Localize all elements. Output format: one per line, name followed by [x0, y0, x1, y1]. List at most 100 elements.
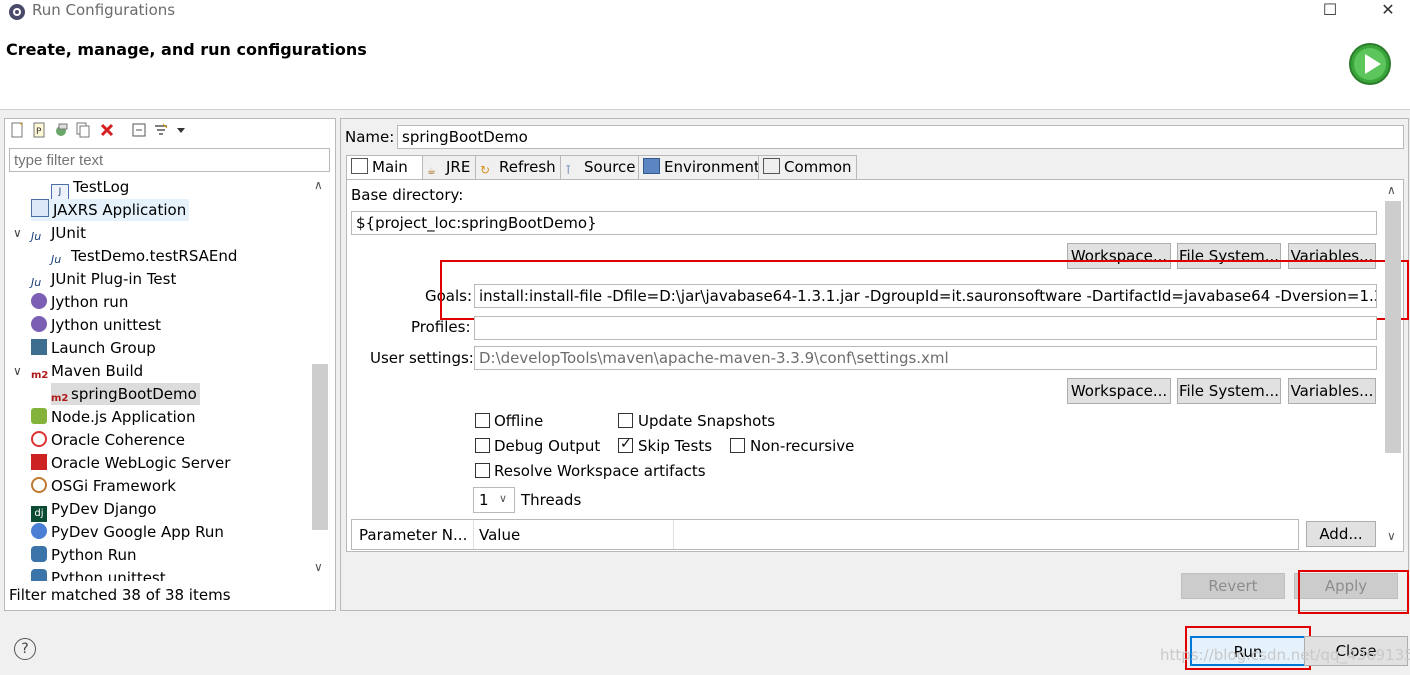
- file-system-button-2[interactable]: File System...: [1177, 378, 1281, 404]
- non-recursive-label: Non-recursive: [750, 437, 855, 455]
- tab-source[interactable]: ⊺ Source: [560, 155, 642, 180]
- collapse-all-icon[interactable]: [131, 122, 147, 138]
- base-directory-field[interactable]: ${project_loc:springBootDemo}: [351, 211, 1377, 235]
- tree-item-nodejs[interactable]: Node.js Application: [31, 406, 198, 428]
- revert-button[interactable]: Revert: [1181, 573, 1285, 599]
- source-icon: ⊺: [565, 163, 572, 177]
- tab-main[interactable]: Main: [346, 155, 425, 181]
- tree-scrollbar[interactable]: ∧ ∨: [311, 176, 329, 581]
- scroll-up-icon[interactable]: ∧: [314, 178, 323, 192]
- config-tabs: Main ☕ JRE ↻ Refresh ⊺ Source Environment C…: [346, 155, 1404, 181]
- tab-refresh[interactable]: ↻ Refresh: [475, 155, 564, 180]
- debug-output-checkbox[interactable]: [475, 438, 490, 453]
- header-title: Create, manage, and run configurations: [6, 40, 367, 59]
- tree-item-jaxrs[interactable]: JAXRS Application: [31, 199, 190, 221]
- tab-jre[interactable]: ☕ JRE: [422, 155, 478, 180]
- profiles-field[interactable]: [474, 316, 1377, 340]
- name-field[interactable]: springBootDemo: [397, 125, 1404, 149]
- tree-item-junit-plugin[interactable]: Ju JUnit Plug-in Test: [31, 268, 179, 290]
- threads-select[interactable]: 1 ∨: [473, 487, 515, 513]
- refresh-icon: ↻: [480, 163, 491, 177]
- chevron-down-icon[interactable]: ∨: [13, 364, 22, 378]
- run-configurations-icon: [9, 4, 25, 20]
- osgi-icon: [31, 477, 47, 493]
- filter-icon[interactable]: [153, 122, 169, 138]
- column-divider: [673, 520, 674, 549]
- tree-item-testlog[interactable]: J TestLog: [51, 176, 132, 202]
- nodejs-icon: [31, 408, 47, 424]
- chevron-down-icon[interactable]: ∨: [13, 226, 22, 240]
- tab-common[interactable]: Common: [758, 155, 857, 180]
- run-icon: [1349, 43, 1391, 85]
- tree-item-pydev-django[interactable]: dj PyDev Django: [31, 498, 159, 522]
- tree-item-junit[interactable]: Ju JUnit: [31, 222, 89, 244]
- update-snapshots-checkbox[interactable]: [618, 413, 633, 428]
- scrollbar-thumb[interactable]: [1385, 201, 1401, 453]
- new-configuration-icon[interactable]: [9, 122, 25, 138]
- help-icon[interactable]: ?: [14, 638, 36, 660]
- value-header[interactable]: Value: [479, 526, 520, 544]
- tree-item-jython-run[interactable]: Jython run: [31, 291, 131, 313]
- non-recursive-checkbox[interactable]: [730, 438, 745, 453]
- oracle-coherence-icon: [31, 431, 47, 447]
- junit-icon: Ju: [51, 253, 62, 266]
- scrollbar-thumb[interactable]: [312, 364, 328, 530]
- profiles-label: Profiles:: [411, 318, 471, 336]
- base-directory-label: Base directory:: [351, 186, 464, 204]
- threads-label: Threads: [521, 491, 582, 509]
- filter-status: Filter matched 38 of 38 items: [9, 586, 231, 604]
- column-divider: [473, 520, 474, 549]
- apply-highlight: [1298, 570, 1409, 614]
- tab-environment[interactable]: Environment: [638, 155, 762, 180]
- goals-highlight: [440, 260, 1409, 320]
- weblogic-icon: [31, 454, 47, 470]
- scroll-up-icon[interactable]: ∧: [1387, 183, 1396, 197]
- svg-text:P: P: [36, 127, 42, 137]
- tree-item-springbootdemo[interactable]: m2 springBootDemo: [51, 383, 200, 405]
- tree-item-oracle-coherence[interactable]: Oracle Coherence: [31, 429, 188, 451]
- tree-item-jython-unittest[interactable]: Jython unittest: [31, 314, 164, 336]
- threads-value: 1: [479, 491, 489, 509]
- tree-item-google-app-run[interactable]: PyDev Google App Run: [31, 521, 227, 543]
- scroll-down-icon[interactable]: ∨: [314, 560, 323, 574]
- workspace-button-2[interactable]: Workspace...: [1067, 378, 1171, 404]
- python-unittest-icon: [31, 569, 47, 581]
- content-scrollbar[interactable]: ∧ ∨: [1384, 181, 1402, 549]
- left-toolbar: P: [5, 120, 335, 142]
- close-window-button[interactable]: ✕: [1366, 0, 1410, 22]
- chevron-down-icon: ∨: [499, 492, 508, 505]
- title-bar: Run Configurations ☐ ✕: [0, 0, 1410, 26]
- new-prototype-icon[interactable]: P: [31, 122, 47, 138]
- resolve-workspace-checkbox[interactable]: [475, 463, 490, 478]
- django-icon: dj: [31, 506, 47, 522]
- add-parameter-button[interactable]: Add...: [1306, 521, 1376, 547]
- tree-item-launch-group[interactable]: Launch Group: [31, 337, 159, 359]
- parameter-name-header[interactable]: Parameter N...: [359, 526, 467, 544]
- chevron-down-icon[interactable]: [175, 122, 187, 138]
- tree-item-osgi[interactable]: OSGi Framework: [31, 475, 179, 497]
- duplicate-icon[interactable]: [75, 122, 91, 138]
- tree-item-python-run[interactable]: Python Run: [31, 544, 140, 566]
- parameter-table[interactable]: Parameter N... Value: [351, 519, 1299, 550]
- tree-item-python-unittest[interactable]: Python unittest: [31, 567, 169, 581]
- debug-output-label: Debug Output: [494, 437, 601, 455]
- export-icon[interactable]: [53, 122, 69, 138]
- configuration-tree: J TestLog JAXRS Application ∨ Ju JUnit Ju T…: [5, 176, 310, 581]
- google-app-icon: [31, 523, 47, 539]
- offline-checkbox[interactable]: [475, 413, 490, 428]
- launch-group-icon: [31, 339, 47, 355]
- window-title: Run Configurations: [32, 1, 176, 19]
- variables-button-2[interactable]: Variables...: [1288, 378, 1376, 404]
- tree-item-weblogic[interactable]: Oracle WebLogic Server: [31, 452, 233, 474]
- tree-item-testdemo[interactable]: Ju TestDemo.testRSAEnd: [51, 245, 240, 267]
- resolve-workspace-label: Resolve Workspace artifacts: [494, 462, 706, 480]
- filter-input[interactable]: [9, 148, 330, 172]
- skip-tests-checkbox[interactable]: [618, 436, 633, 453]
- tree-item-maven-build[interactable]: m2 Maven Build: [31, 360, 146, 382]
- delete-icon[interactable]: [99, 122, 115, 138]
- jaxrs-icon: [31, 199, 49, 217]
- user-settings-field[interactable]: D:\developTools\maven\apache-maven-3.3.9…: [474, 346, 1377, 370]
- maximize-button[interactable]: ☐: [1308, 0, 1352, 22]
- update-snapshots-label: Update Snapshots: [638, 412, 776, 430]
- scroll-down-icon[interactable]: ∨: [1387, 529, 1396, 543]
